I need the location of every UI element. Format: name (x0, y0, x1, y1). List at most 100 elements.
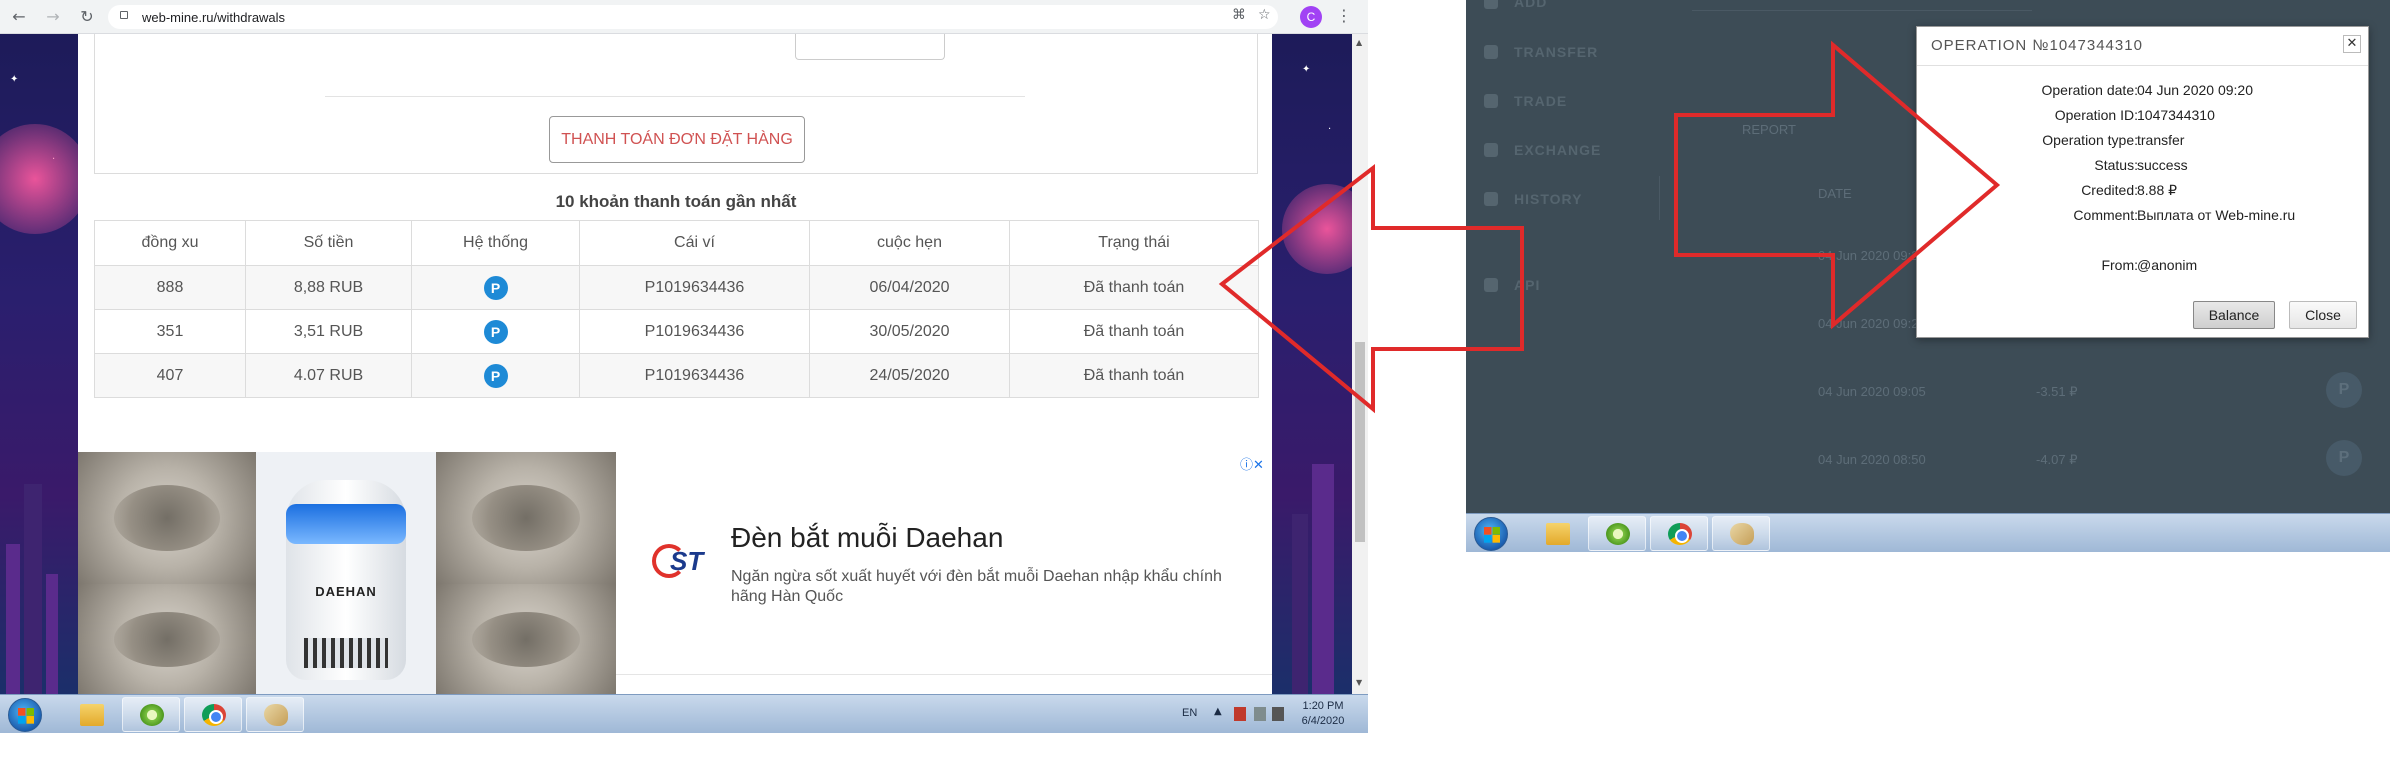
advertisement-banner[interactable]: DAEHAN ST Đèn bắt muỗi Daehan Ngăn ngừa … (78, 452, 1272, 694)
back-icon[interactable]: ← (8, 6, 30, 28)
ad-photo (78, 584, 256, 694)
vertical-scrollbar[interactable]: ▲ ▼ (1352, 34, 1368, 694)
taskbar-chrome[interactable] (184, 697, 242, 732)
clock-time[interactable]: 1:20 PM (1288, 700, 1358, 712)
sidebar-item-transfer[interactable]: TRANSFER (1484, 44, 1598, 60)
pay-order-button[interactable]: THANH TOÁN ĐƠN ĐẶT HÀNG (549, 116, 805, 163)
screenshot-stage: ← → ↻ web-mine.ru/withdrawals ⌘ ☆ C ⋮ ✦ … (0, 0, 2390, 780)
taskbar-paint[interactable] (246, 697, 304, 732)
tray-app-icon[interactable] (1234, 707, 1246, 721)
neon-glow (0, 124, 90, 234)
star-icon: ✦ (10, 74, 19, 85)
sidebar-item-add[interactable]: ADD (1484, 0, 1547, 10)
scroll-up-arrow-icon[interactable]: ▲ (1356, 38, 1362, 47)
payeer-icon: P (2326, 372, 2362, 408)
field-label-operation-type: Operation type: (2042, 132, 2138, 148)
reload-icon[interactable]: ↻ (76, 6, 98, 28)
column-header-amount: Số tiền (245, 220, 412, 266)
ad-title[interactable]: Đèn bắt muỗi Daehan (731, 522, 1003, 554)
sidebar-item-api[interactable]: API (1484, 277, 1540, 293)
network-icon[interactable] (1254, 707, 1266, 721)
ad-photo (436, 584, 616, 694)
system-tray: EN ▲ 1:20 PM 6/4/2020 (1170, 695, 1368, 734)
payeer-icon: P (2326, 440, 2362, 476)
field-label-status: Status: (2094, 157, 2138, 173)
cell-amount: 4.07 RUB (245, 353, 412, 398)
field-value-status: success (2137, 157, 2188, 173)
sidebar-item-history[interactable]: HISTORY (1484, 191, 1582, 207)
field-label-from: From: (2101, 257, 2138, 273)
cell-system: P (411, 353, 580, 398)
neon-glow (1282, 184, 1352, 274)
history-row-date: 04 Jun 2020 09:20 (1818, 248, 1926, 263)
taskbar-paint[interactable] (1712, 516, 1770, 551)
table-row: 407 4.07 RUB P P1019634436 24/05/2020 Đã… (94, 353, 1259, 398)
history-row-amount: -3.51 ₽ (2036, 384, 2078, 399)
cell-amount: 8,88 RUB (245, 265, 412, 310)
show-hidden-icons-icon[interactable]: ▲ (1214, 706, 1222, 717)
city-building (6, 544, 20, 694)
profile-avatar[interactable]: C (1300, 6, 1322, 28)
browser-window: ← → ↻ web-mine.ru/withdrawals ⌘ ☆ C ⋮ ✦ … (0, 0, 1368, 733)
url-text: web-mine.ru/withdrawals (142, 10, 286, 25)
payeer-icon: P (483, 275, 508, 300)
ad-choices-icon[interactable]: ⓘ✕ (1240, 454, 1264, 473)
balance-button[interactable]: Balance (2193, 301, 2275, 329)
start-button[interactable] (8, 698, 42, 732)
browser-toolbar: ← → ↻ web-mine.ru/withdrawals ⌘ ☆ C ⋮ (0, 0, 1368, 34)
browser-menu-icon[interactable]: ⋮ (1336, 6, 1352, 25)
report-link[interactable]: REPORT (1742, 122, 1796, 137)
city-building (24, 484, 42, 694)
cell-status: Đã thanh toán (1009, 353, 1259, 398)
column-header-coins: đồng xu (94, 220, 246, 266)
field-label-credited: Credited: (2081, 182, 2138, 198)
chrome-icon (202, 704, 226, 726)
field-value-credited: 8.88 ₽ (2137, 182, 2178, 198)
taskbar-explorer[interactable] (62, 697, 120, 732)
start-button[interactable] (1474, 517, 1508, 551)
translate-icon[interactable]: ⌘ (1232, 7, 1246, 23)
recent-payments-caption: 10 khoản thanh toán gần nhất (555, 192, 797, 211)
language-indicator[interactable]: EN (1182, 707, 1197, 719)
gear-icon (1484, 278, 1498, 292)
decorative-space-background-right: ✦ · (1272, 34, 1352, 694)
taskbar-app-green[interactable] (122, 697, 180, 732)
scrollbar-thumb[interactable] (1355, 342, 1365, 542)
scroll-down-arrow-icon[interactable]: ▼ (1356, 678, 1362, 687)
divider (1659, 176, 1660, 220)
history-row-date: 04 Jun 2020 09:20 (1818, 316, 1926, 331)
divider (616, 674, 1272, 675)
taskbar-app-green[interactable] (1588, 516, 1646, 551)
close-button[interactable]: Close (2289, 301, 2357, 329)
divider (1917, 65, 2368, 66)
paint-icon (1730, 523, 1754, 545)
history-row-amount: -4.07 ₽ (2036, 452, 2078, 467)
operation-details-dialog: OPERATION №1047344310 ✕ Operation date: … (1916, 26, 2369, 338)
forward-icon[interactable]: → (42, 6, 64, 28)
field-value-comment: Выплата от Web-mine.ru (2137, 207, 2296, 223)
column-header-system: Hệ thống (411, 220, 580, 266)
column-header-date: cuộc hẹn (809, 220, 1010, 266)
taskbar-chrome[interactable] (1650, 516, 1708, 551)
taskbar-explorer[interactable] (1528, 516, 1586, 551)
sidebar-item-exchange[interactable]: EXCHANGE (1484, 142, 1601, 158)
windows-taskbar: EN ▲ 1:20 PM 6/4/2020 (0, 694, 1368, 733)
close-icon[interactable]: ✕ (2343, 35, 2361, 53)
city-building (1292, 514, 1308, 694)
send-icon (1484, 45, 1498, 59)
form-input-field[interactable] (795, 34, 945, 60)
field-value-operation-type: transfer (2137, 132, 2185, 148)
payeer-icon: P (483, 319, 508, 344)
sidebar-item-trade[interactable]: TRADE (1484, 93, 1567, 109)
trade-icon (1484, 94, 1498, 108)
cell-coins: 351 (94, 309, 246, 354)
clock-date[interactable]: 6/4/2020 (1288, 715, 1358, 727)
bookmark-star-icon[interactable]: ☆ (1258, 7, 1271, 23)
history-icon (1484, 192, 1498, 206)
address-bar[interactable]: web-mine.ru/withdrawals ⌘ ☆ (108, 5, 1278, 29)
trap-brand-label: DAEHAN (315, 584, 377, 599)
ad-product-photos: DAEHAN (78, 452, 616, 694)
volume-muted-icon[interactable] (1272, 707, 1284, 721)
cell-system: P (411, 309, 580, 354)
payeer-icon: P (483, 363, 508, 388)
